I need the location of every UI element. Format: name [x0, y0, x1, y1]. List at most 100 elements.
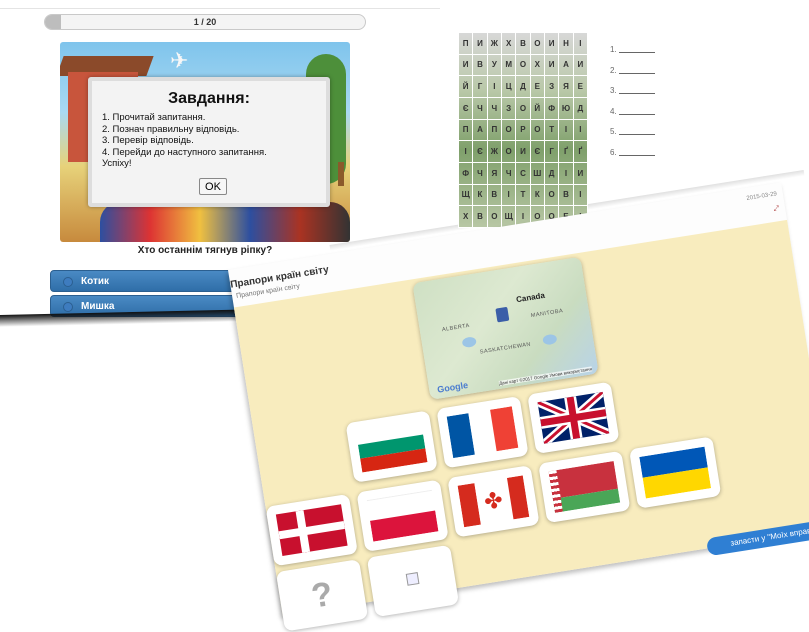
grid-letter[interactable]: В	[558, 183, 574, 207]
grid-letter[interactable]: В	[515, 32, 531, 55]
grid-letter[interactable]: У	[486, 53, 502, 77]
flag-card[interactable]	[265, 493, 358, 567]
radio-icon[interactable]	[63, 277, 73, 287]
grid-letter[interactable]: Ф	[457, 161, 474, 185]
flag-card[interactable]	[629, 436, 722, 509]
grid-letter[interactable]: Ш	[529, 161, 545, 185]
grid-letter[interactable]: І	[572, 183, 589, 207]
grid-letter[interactable]: Е	[572, 75, 589, 98]
grid-letter[interactable]: И	[543, 32, 560, 55]
grid-letter[interactable]: И	[515, 140, 531, 163]
answer-blank[interactable]: 6.	[610, 143, 655, 164]
grid-letter[interactable]: А	[558, 53, 574, 77]
grid-letter[interactable]: Х	[457, 205, 474, 228]
grid-letter[interactable]: Д	[572, 96, 589, 120]
blank-line[interactable]	[618, 134, 655, 135]
radio-icon[interactable]	[63, 302, 73, 312]
grid-letter[interactable]: И	[572, 161, 589, 185]
grid-letter[interactable]: О	[543, 183, 560, 207]
blank-line[interactable]	[618, 154, 655, 156]
grid-letter[interactable]: Щ	[457, 183, 474, 207]
grid-letter[interactable]: Х	[529, 53, 545, 77]
grid-letter[interactable]: І	[572, 32, 589, 55]
grid-letter[interactable]: Ф	[543, 96, 560, 120]
grid-letter[interactable]: М	[500, 53, 517, 77]
grid-letter[interactable]: Є	[457, 96, 474, 120]
grid-letter[interactable]: Є	[472, 140, 488, 163]
grid-letter[interactable]: І	[486, 75, 502, 98]
flag-card[interactable]	[345, 410, 438, 483]
grid-letter[interactable]: О	[529, 118, 545, 142]
grid-letter[interactable]: К	[472, 183, 488, 207]
answer-blank[interactable]: 2.	[610, 61, 655, 82]
grid-letter[interactable]: И	[572, 53, 589, 77]
flag-card[interactable]	[436, 395, 529, 469]
grid-letter[interactable]: Е	[529, 75, 545, 98]
grid-letter[interactable]: І	[558, 161, 574, 185]
grid-letter[interactable]: О	[515, 53, 531, 77]
answer-blank[interactable]: 5.	[610, 122, 655, 143]
grid-letter[interactable]: И	[543, 53, 560, 77]
grid-letter[interactable]: Х	[500, 32, 517, 55]
grid-letter[interactable]: О	[500, 118, 517, 142]
grid-letter[interactable]: Ч	[500, 161, 517, 185]
grid-letter[interactable]: Г	[472, 75, 488, 98]
grid-letter[interactable]: З	[543, 75, 560, 98]
grid-letter[interactable]: Ж	[486, 140, 502, 163]
grid-letter[interactable]: Ч	[472, 96, 488, 120]
flag-card[interactable]: ✤	[447, 465, 540, 538]
grid-letter[interactable]: П	[486, 118, 502, 142]
grid-letter[interactable]: С	[515, 161, 531, 185]
answer-blank[interactable]: 3.	[610, 81, 655, 102]
flag-card[interactable]	[356, 479, 449, 552]
grid-letter[interactable]: Р	[515, 118, 531, 142]
grid-letter[interactable]: І	[558, 118, 574, 142]
grid-letter[interactable]: О	[529, 32, 545, 55]
grid-letter[interactable]: В	[486, 183, 502, 207]
fullscreen-icon[interactable]: ⤢	[773, 205, 780, 214]
grid-letter[interactable]: О	[486, 205, 502, 228]
grid-letter[interactable]: О	[500, 140, 517, 163]
grid-letter[interactable]: Ґ	[572, 140, 589, 163]
grid-letter[interactable]: Є	[529, 140, 545, 163]
grid-letter[interactable]: Т	[543, 118, 560, 142]
blank-line[interactable]	[618, 52, 655, 53]
blank-line[interactable]	[618, 72, 655, 74]
grid-letter[interactable]: Я	[558, 75, 574, 98]
grid-letter[interactable]: Т	[515, 183, 531, 207]
grid-letter[interactable]: І	[457, 140, 474, 163]
grid-letter[interactable]: І	[572, 118, 589, 142]
grid-letter[interactable]: И	[457, 53, 474, 77]
grid-letter[interactable]: Д	[515, 75, 531, 98]
grid-letter[interactable]: И	[472, 32, 488, 55]
flag-card[interactable]	[366, 544, 460, 618]
grid-letter[interactable]: З	[500, 96, 517, 120]
map-card[interactable]: ALBERTA MANITOBA SASKATCHEWAN Canada Goo…	[412, 256, 599, 400]
blank-line[interactable]	[618, 93, 655, 94]
grid-letter[interactable]: П	[457, 118, 474, 142]
grid-letter[interactable]: Я	[486, 161, 502, 185]
flag-card[interactable]: ?	[275, 559, 369, 632]
grid-letter[interactable]: Й	[529, 96, 545, 120]
answer-blank[interactable]: 4.	[610, 102, 655, 123]
grid-letter[interactable]: Н	[558, 32, 574, 55]
save-to-my-exercises-button[interactable]: запасти у "Моїх вправах"	[705, 516, 809, 557]
grid-letter[interactable]: Г	[543, 140, 560, 163]
flag-card[interactable]	[538, 450, 631, 524]
grid-letter[interactable]: Ц	[500, 75, 517, 98]
grid-letter[interactable]: А	[472, 118, 488, 142]
grid-letter[interactable]: Ю	[558, 96, 574, 120]
grid-letter[interactable]: Ч	[472, 161, 488, 185]
grid-letter[interactable]: Д	[543, 161, 560, 185]
grid-letter[interactable]: В	[472, 53, 488, 77]
grid-letter[interactable]: К	[529, 183, 545, 207]
grid-letter[interactable]: Й	[457, 75, 474, 98]
flag-card[interactable]	[527, 381, 620, 454]
grid-letter[interactable]: О	[515, 96, 531, 120]
grid-letter[interactable]: І	[500, 183, 517, 207]
answer-blank[interactable]: 1.	[610, 40, 655, 61]
grid-letter[interactable]: Ч	[486, 96, 502, 120]
grid-letter[interactable]: В	[472, 205, 488, 228]
grid-letter[interactable]: П	[457, 32, 474, 55]
blank-line[interactable]	[618, 113, 655, 115]
